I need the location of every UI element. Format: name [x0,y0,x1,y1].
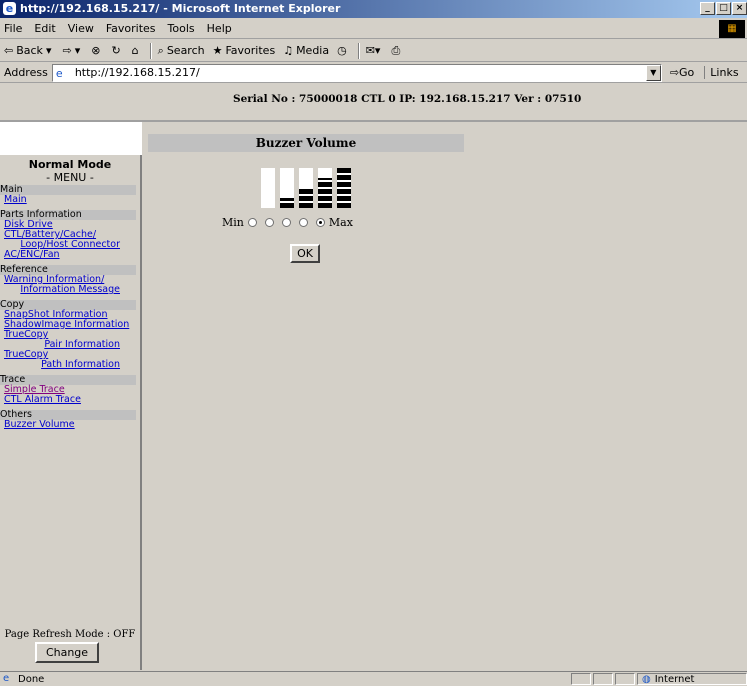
zone-label: Internet [654,673,695,685]
volume-radio-group: Min Max [222,216,353,229]
forward-button[interactable]: ⇨ ▾ [62,44,83,57]
menu-title: - MENU - [46,171,94,184]
mail-button[interactable]: ✉▾ [366,44,384,57]
media-button[interactable]: ♫ Media [283,44,329,57]
favorites-button[interactable]: ★ Favorites [213,44,276,57]
status-pane [593,673,613,685]
toolbar-separator [149,42,152,59]
sidebar-link-buzzer-volume[interactable]: Buzzer Volume [0,420,140,430]
links-button[interactable]: Links [704,66,739,79]
menu-sections: Main Main Parts Information Disk Drive C… [0,185,140,430]
favorites-icon: ★ [212,44,223,57]
sidebar-link-ctl-alarm-trace[interactable]: CTL Alarm Trace [0,395,140,405]
go-label: Go [679,66,695,79]
back-button[interactable]: ⇦ Back ▾ [4,44,54,57]
min-label: Min [222,216,244,229]
go-arrow-icon: ⇨ [669,66,680,79]
search-icon: ⌕ [157,43,164,57]
refresh-button[interactable]: ↻ [111,44,123,57]
home-button[interactable]: ⌂ [132,44,142,57]
search-button[interactable]: ⌕ Search [158,44,205,58]
ok-button[interactable]: OK [290,244,320,263]
menu-edit[interactable]: Edit [34,22,55,35]
sidebar-link-main[interactable]: Main [0,195,140,205]
page-icon: e [55,66,63,80]
browser-window: e http://192.168.15.217/ - Microsoft Int… [0,0,747,686]
volume-bar-3 [299,168,313,208]
header-frame: Serial No : 75000018 CTL 0 IP: 192.168.1… [0,84,747,122]
mode-title: Normal Mode [28,158,112,171]
title-bar: e http://192.168.15.217/ - Microsoft Int… [0,0,747,18]
address-input[interactable]: e http://192.168.15.217/ ▼ [51,63,662,82]
volume-level-graphic [261,168,351,208]
address-label: Address [4,66,48,79]
stop-button[interactable]: ⊗ [91,44,103,57]
address-bar: Address e http://192.168.15.217/ ▼ ⇨ Go … [0,63,747,83]
status-panes: ◍ Internet [569,673,747,685]
address-url: http://192.168.15.217/ [74,66,200,79]
volume-radio-2[interactable] [264,218,274,227]
volume-bar-4 [318,168,332,208]
zone-pane: ◍ Internet [637,673,747,685]
sidebar-link-path-information[interactable]: Path Information [0,360,140,370]
volume-radio-3[interactable] [281,218,291,227]
change-button[interactable]: Change [35,642,99,663]
sidebar-link-information-message[interactable]: Information Message [0,285,140,295]
device-info: Serial No : 75000018 CTL 0 IP: 192.168.1… [233,93,582,105]
dropdown-arrow-icon[interactable]: ▼ [645,64,661,81]
go-button[interactable]: ⇨ Go [670,66,694,79]
status-pane [615,673,635,685]
close-icon[interactable]: × [732,2,747,15]
search-label: Search [166,44,205,57]
volume-radio-5[interactable] [315,218,325,227]
globe-icon: ◍ [642,673,651,685]
forward-arrow-icon: ⇨ [62,44,72,57]
main-frame: Buzzer Volume Min Max OK [142,122,747,670]
chevron-down-icon: ▾ [74,44,81,57]
menu-bar: File Edit View Favorites Tools Help [0,19,747,39]
history-icon: ◷ [337,44,347,57]
volume-radio-4[interactable] [298,218,308,227]
toolbar: ⇦ Back ▾ ⇨ ▾ ⊗ ↻ ⌂ ⌕ Search ★ Favorites ♫ Me… [0,40,747,62]
page-content: Serial No : 75000018 CTL 0 IP: 192.168.1… [0,84,747,670]
toolbar-separator [357,42,360,59]
menu-tools[interactable]: Tools [168,22,195,35]
max-label: Max [328,216,353,229]
volume-radio-1[interactable] [247,218,257,227]
chevron-down-icon: ▾ [45,44,52,57]
back-label: Back [16,44,43,57]
menu-favorites[interactable]: Favorites [106,22,156,35]
window-controls: _ □ × [699,2,747,15]
sidebar: Normal Mode - MENU - Main Main Parts Inf… [0,155,142,670]
print-button[interactable]: ⎙ [391,44,403,58]
refresh-icon: ↻ [111,44,121,57]
mail-icon: ✉▾ [365,44,381,57]
window-title: http://192.168.15.217/ - Microsoft Inter… [20,2,341,15]
favorites-label: Favorites [225,44,276,57]
page-done-icon: e [3,673,10,684]
sidebar-link-ac-enc-fan[interactable]: AC/ENC/Fan [0,250,140,260]
menu-view[interactable]: View [68,22,94,35]
volume-bar-5 [337,168,351,208]
history-button[interactable]: ◷ [337,44,350,57]
home-icon: ⌂ [131,44,139,57]
print-icon: ⎙ [391,43,401,57]
status-text: Done [18,673,45,685]
refresh-mode-text: Page Refresh Mode : OFF [4,629,136,640]
maximize-icon[interactable]: □ [716,2,731,15]
windows-logo-icon: ▦ [719,20,745,38]
status-bar: e Done ◍ Internet [0,671,747,686]
media-icon: ♫ [283,44,294,57]
menu-file[interactable]: File [4,22,22,35]
media-label: Media [296,44,330,57]
page-title: Buzzer Volume [148,134,464,152]
menu-help[interactable]: Help [207,22,232,35]
back-arrow-icon: ⇦ [4,44,14,57]
status-pane [571,673,591,685]
stop-icon: ⊗ [91,44,101,57]
volume-bar-2 [280,168,294,208]
volume-bar-1 [261,168,275,208]
ie-icon: e [3,2,16,15]
minimize-icon[interactable]: _ [700,2,715,15]
